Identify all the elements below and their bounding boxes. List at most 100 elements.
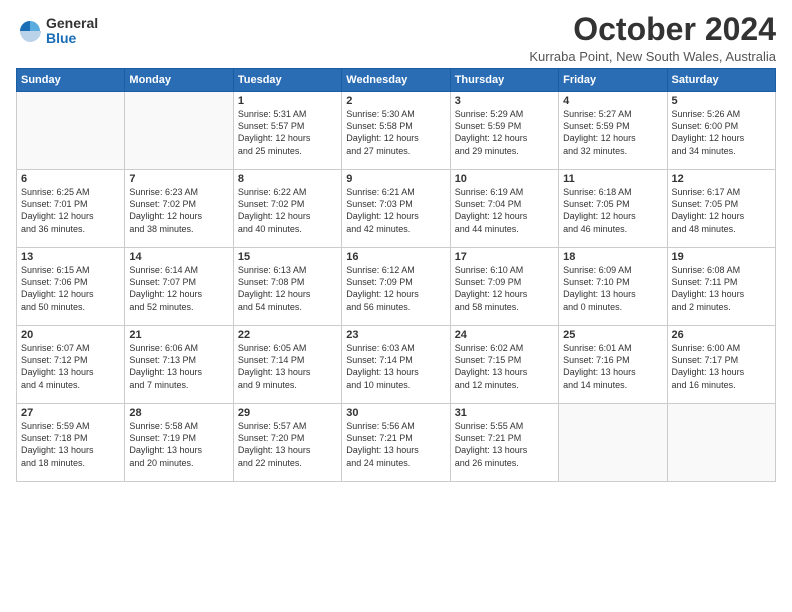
calendar-cell: 16Sunrise: 6:12 AM Sunset: 7:09 PM Dayli… [342,248,450,326]
calendar-cell: 26Sunrise: 6:00 AM Sunset: 7:17 PM Dayli… [667,326,775,404]
calendar-cell: 3Sunrise: 5:29 AM Sunset: 5:59 PM Daylig… [450,92,558,170]
day-number: 16 [346,251,445,263]
calendar-cell: 28Sunrise: 5:58 AM Sunset: 7:19 PM Dayli… [125,404,233,482]
day-info: Sunrise: 6:01 AM Sunset: 7:16 PM Dayligh… [563,342,662,391]
day-number: 20 [21,329,120,341]
calendar-cell: 22Sunrise: 6:05 AM Sunset: 7:14 PM Dayli… [233,326,341,404]
logo-text: General Blue [46,16,98,47]
days-header-row: SundayMondayTuesdayWednesdayThursdayFrid… [17,69,776,92]
calendar-table: SundayMondayTuesdayWednesdayThursdayFrid… [16,68,776,482]
day-info: Sunrise: 6:10 AM Sunset: 7:09 PM Dayligh… [455,264,554,313]
day-number: 17 [455,251,554,263]
day-number: 9 [346,173,445,185]
calendar-week-1: 6Sunrise: 6:25 AM Sunset: 7:01 PM Daylig… [17,170,776,248]
day-number: 22 [238,329,337,341]
day-number: 21 [129,329,228,341]
day-number: 25 [563,329,662,341]
day-header-thursday: Thursday [450,69,558,92]
day-info: Sunrise: 6:08 AM Sunset: 7:11 PM Dayligh… [672,264,771,313]
calendar-cell [17,92,125,170]
day-number: 29 [238,407,337,419]
day-number: 6 [21,173,120,185]
day-info: Sunrise: 6:25 AM Sunset: 7:01 PM Dayligh… [21,186,120,235]
calendar-cell: 20Sunrise: 6:07 AM Sunset: 7:12 PM Dayli… [17,326,125,404]
calendar-cell: 19Sunrise: 6:08 AM Sunset: 7:11 PM Dayli… [667,248,775,326]
day-number: 23 [346,329,445,341]
logo-icon [16,17,44,45]
calendar-cell: 17Sunrise: 6:10 AM Sunset: 7:09 PM Dayli… [450,248,558,326]
calendar-cell: 15Sunrise: 6:13 AM Sunset: 7:08 PM Dayli… [233,248,341,326]
month-title: October 2024 [529,12,776,47]
day-header-friday: Friday [559,69,667,92]
calendar-week-2: 13Sunrise: 6:15 AM Sunset: 7:06 PM Dayli… [17,248,776,326]
day-info: Sunrise: 6:03 AM Sunset: 7:14 PM Dayligh… [346,342,445,391]
day-info: Sunrise: 5:26 AM Sunset: 6:00 PM Dayligh… [672,108,771,157]
day-number: 10 [455,173,554,185]
day-info: Sunrise: 5:55 AM Sunset: 7:21 PM Dayligh… [455,420,554,469]
day-number: 18 [563,251,662,263]
calendar-cell: 8Sunrise: 6:22 AM Sunset: 7:02 PM Daylig… [233,170,341,248]
day-number: 27 [21,407,120,419]
day-number: 30 [346,407,445,419]
day-header-monday: Monday [125,69,233,92]
calendar-cell: 11Sunrise: 6:18 AM Sunset: 7:05 PM Dayli… [559,170,667,248]
calendar-cell: 24Sunrise: 6:02 AM Sunset: 7:15 PM Dayli… [450,326,558,404]
day-number: 5 [672,95,771,107]
calendar-week-4: 27Sunrise: 5:59 AM Sunset: 7:18 PM Dayli… [17,404,776,482]
calendar-cell [125,92,233,170]
calendar-cell: 5Sunrise: 5:26 AM Sunset: 6:00 PM Daylig… [667,92,775,170]
calendar-cell: 23Sunrise: 6:03 AM Sunset: 7:14 PM Dayli… [342,326,450,404]
day-number: 15 [238,251,337,263]
day-number: 13 [21,251,120,263]
day-number: 24 [455,329,554,341]
calendar-cell: 2Sunrise: 5:30 AM Sunset: 5:58 PM Daylig… [342,92,450,170]
day-info: Sunrise: 6:23 AM Sunset: 7:02 PM Dayligh… [129,186,228,235]
day-info: Sunrise: 5:59 AM Sunset: 7:18 PM Dayligh… [21,420,120,469]
day-info: Sunrise: 5:31 AM Sunset: 5:57 PM Dayligh… [238,108,337,157]
calendar-cell: 30Sunrise: 5:56 AM Sunset: 7:21 PM Dayli… [342,404,450,482]
day-info: Sunrise: 5:56 AM Sunset: 7:21 PM Dayligh… [346,420,445,469]
day-info: Sunrise: 6:09 AM Sunset: 7:10 PM Dayligh… [563,264,662,313]
day-number: 4 [563,95,662,107]
day-header-saturday: Saturday [667,69,775,92]
day-info: Sunrise: 5:30 AM Sunset: 5:58 PM Dayligh… [346,108,445,157]
calendar-cell: 13Sunrise: 6:15 AM Sunset: 7:06 PM Dayli… [17,248,125,326]
day-info: Sunrise: 6:22 AM Sunset: 7:02 PM Dayligh… [238,186,337,235]
day-info: Sunrise: 6:06 AM Sunset: 7:13 PM Dayligh… [129,342,228,391]
day-header-tuesday: Tuesday [233,69,341,92]
day-info: Sunrise: 6:19 AM Sunset: 7:04 PM Dayligh… [455,186,554,235]
calendar-cell [559,404,667,482]
calendar-cell: 6Sunrise: 6:25 AM Sunset: 7:01 PM Daylig… [17,170,125,248]
title-block: October 2024 Kurraba Point, New South Wa… [529,12,776,64]
day-header-sunday: Sunday [17,69,125,92]
day-header-wednesday: Wednesday [342,69,450,92]
calendar-cell: 4Sunrise: 5:27 AM Sunset: 5:59 PM Daylig… [559,92,667,170]
calendar-cell: 12Sunrise: 6:17 AM Sunset: 7:05 PM Dayli… [667,170,775,248]
logo-blue-label: Blue [46,31,98,46]
calendar-cell: 1Sunrise: 5:31 AM Sunset: 5:57 PM Daylig… [233,92,341,170]
calendar-cell: 21Sunrise: 6:06 AM Sunset: 7:13 PM Dayli… [125,326,233,404]
logo-general-label: General [46,16,98,31]
day-info: Sunrise: 6:17 AM Sunset: 7:05 PM Dayligh… [672,186,771,235]
day-info: Sunrise: 6:05 AM Sunset: 7:14 PM Dayligh… [238,342,337,391]
day-info: Sunrise: 6:18 AM Sunset: 7:05 PM Dayligh… [563,186,662,235]
calendar-cell: 25Sunrise: 6:01 AM Sunset: 7:16 PM Dayli… [559,326,667,404]
calendar-cell: 14Sunrise: 6:14 AM Sunset: 7:07 PM Dayli… [125,248,233,326]
day-number: 8 [238,173,337,185]
location-title: Kurraba Point, New South Wales, Australi… [529,49,776,64]
day-number: 14 [129,251,228,263]
day-number: 31 [455,407,554,419]
calendar-cell [667,404,775,482]
day-number: 1 [238,95,337,107]
calendar-cell: 10Sunrise: 6:19 AM Sunset: 7:04 PM Dayli… [450,170,558,248]
day-number: 7 [129,173,228,185]
calendar-cell: 9Sunrise: 6:21 AM Sunset: 7:03 PM Daylig… [342,170,450,248]
calendar-week-0: 1Sunrise: 5:31 AM Sunset: 5:57 PM Daylig… [17,92,776,170]
calendar-cell: 27Sunrise: 5:59 AM Sunset: 7:18 PM Dayli… [17,404,125,482]
calendar-cell: 7Sunrise: 6:23 AM Sunset: 7:02 PM Daylig… [125,170,233,248]
calendar-cell: 31Sunrise: 5:55 AM Sunset: 7:21 PM Dayli… [450,404,558,482]
day-number: 3 [455,95,554,107]
day-number: 11 [563,173,662,185]
calendar-cell: 29Sunrise: 5:57 AM Sunset: 7:20 PM Dayli… [233,404,341,482]
day-info: Sunrise: 6:02 AM Sunset: 7:15 PM Dayligh… [455,342,554,391]
